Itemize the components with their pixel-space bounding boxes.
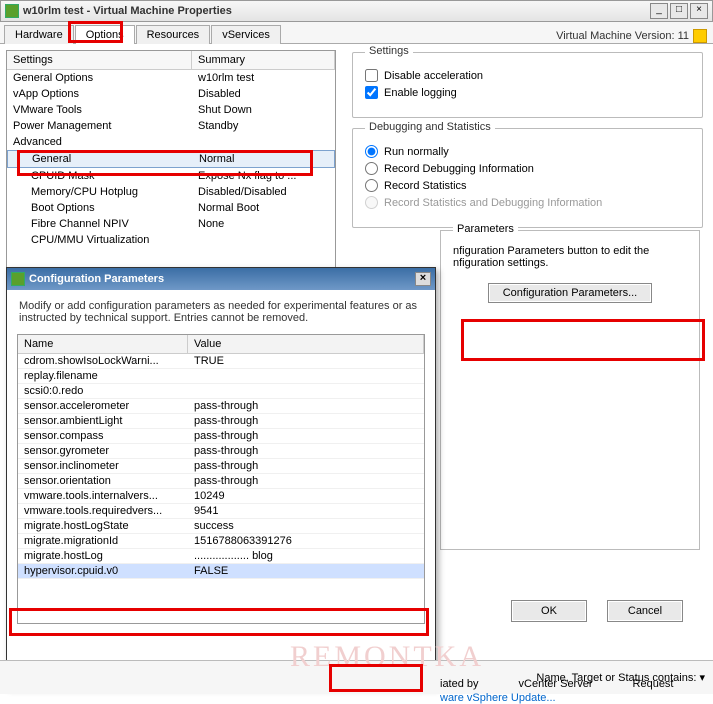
radio-record-stats[interactable]: Record Statistics — [365, 179, 690, 192]
dialog-titlebar: Configuration Parameters × — [7, 268, 435, 290]
window-maximize-button[interactable]: □ — [670, 3, 688, 19]
params-table: Name Value cdrom.showIsoLockWarni...TRUE… — [17, 334, 425, 624]
settings-fieldset: Settings Disable acceleration Enable log… — [352, 52, 703, 118]
config-params-dialog: Configuration Parameters × Modify or add… — [6, 267, 436, 687]
cancel-button[interactable]: Cancel — [607, 600, 683, 622]
table-row[interactable]: sensor.inclinometerpass-through — [18, 459, 424, 474]
table-row[interactable]: sensor.accelerometerpass-through — [18, 399, 424, 414]
tab-resources[interactable]: Resources — [136, 25, 211, 44]
list-row[interactable]: Memory/CPU HotplugDisabled/Disabled — [7, 184, 335, 200]
dialog-description: Modify or add configuration parameters a… — [7, 290, 435, 334]
table-row[interactable]: migrate.hostLog.................. blog — [18, 549, 424, 564]
status-vcenter: vCenter Server — [519, 678, 593, 690]
list-row[interactable]: Advanced — [7, 134, 335, 150]
enable-logging-label: Enable logging — [384, 87, 457, 99]
dialog-close-button[interactable]: × — [415, 272, 431, 286]
col-settings[interactable]: Settings — [7, 51, 192, 69]
disable-acceleration-checkbox[interactable]: Disable acceleration — [365, 69, 690, 82]
list-row[interactable]: Power ManagementStandby — [7, 118, 335, 134]
table-row[interactable]: migrate.migrationId1516788063391276 — [18, 534, 424, 549]
status-initiated: iated by — [440, 678, 479, 690]
configuration-parameters-button[interactable]: Configuration Parameters... — [488, 283, 653, 303]
warning-icon — [693, 29, 707, 43]
tab-vservices[interactable]: vServices — [211, 25, 281, 44]
settings-legend: Settings — [365, 45, 413, 57]
table-row[interactable]: cdrom.showIsoLockWarni...TRUE — [18, 354, 424, 369]
tab-hardware[interactable]: Hardware — [4, 25, 74, 44]
params-table-header: Name Value — [18, 335, 424, 354]
table-row[interactable]: migrate.hostLogStatesuccess — [18, 519, 424, 534]
ok-button[interactable]: OK — [511, 600, 587, 622]
col-name[interactable]: Name — [18, 335, 188, 353]
dialog-icon — [11, 272, 25, 286]
col-value[interactable]: Value — [188, 335, 424, 353]
table-row[interactable]: hypervisor.cpuid.v0FALSE — [18, 564, 424, 579]
tabs-bar: Hardware Options Resources vServices Vir… — [0, 22, 713, 44]
table-row[interactable]: sensor.gyrometerpass-through — [18, 444, 424, 459]
settings-list: Settings Summary General Optionsw10rlm t… — [6, 50, 336, 288]
radio-record-both-label: Record Statistics and Debugging Informat… — [384, 197, 602, 209]
tab-options[interactable]: Options — [75, 25, 135, 44]
enable-logging-checkbox[interactable]: Enable logging — [365, 86, 690, 99]
list-row[interactable]: vApp OptionsDisabled — [7, 86, 335, 102]
window-title: w10rlm test - Virtual Machine Properties — [23, 5, 648, 17]
debug-fieldset: Debugging and Statistics Run normally Re… — [352, 128, 703, 228]
app-icon — [5, 4, 19, 18]
disable-acceleration-label: Disable acceleration — [384, 70, 483, 82]
table-row[interactable]: replay.filename — [18, 369, 424, 384]
radio-record-stats-label: Record Statistics — [384, 180, 467, 192]
list-row[interactable]: Fibre Channel NPIVNone — [7, 216, 335, 232]
list-row[interactable]: Boot OptionsNormal Boot — [7, 200, 335, 216]
window-close-button[interactable]: × — [690, 3, 708, 19]
col-summary[interactable]: Summary — [192, 51, 335, 69]
parameters-legend: Parameters — [453, 223, 518, 235]
radio-record-debug[interactable]: Record Debugging Information — [365, 162, 690, 175]
list-row[interactable]: CPU/MMU Virtualization — [7, 232, 335, 248]
settings-list-header: Settings Summary — [7, 51, 335, 70]
list-row[interactable]: VMware ToolsShut Down — [7, 102, 335, 118]
vm-version-text: Virtual Machine Version: 11 — [556, 30, 689, 42]
table-row[interactable]: sensor.ambientLightpass-through — [18, 414, 424, 429]
parameters-text: nfiguration Parameters button to edit th… — [453, 245, 687, 269]
table-row[interactable]: scsi0:0.redo — [18, 384, 424, 399]
radio-record-both: Record Statistics and Debugging Informat… — [365, 196, 690, 209]
table-row[interactable]: sensor.compasspass-through — [18, 429, 424, 444]
table-row[interactable]: sensor.orientationpass-through — [18, 474, 424, 489]
list-row[interactable]: CPUID MaskExpose Nx flag to ... — [7, 168, 335, 184]
radio-run-normally-label: Run normally — [384, 146, 449, 158]
debug-legend: Debugging and Statistics — [365, 121, 495, 133]
table-row[interactable]: vmware.tools.internalvers...10249 — [18, 489, 424, 504]
window-titlebar: w10rlm test - Virtual Machine Properties… — [0, 0, 713, 22]
table-row[interactable]: vmware.tools.requiredvers...9541 — [18, 504, 424, 519]
list-row[interactable]: GeneralNormal — [7, 150, 335, 168]
dialog-title: Configuration Parameters — [29, 273, 164, 285]
radio-record-debug-label: Record Debugging Information — [384, 163, 534, 175]
status-request: Request — [633, 678, 674, 690]
vm-version-label: Virtual Machine Version: 11 — [556, 29, 707, 43]
list-row[interactable]: General Optionsw10rlm test — [7, 70, 335, 86]
parameters-fieldset: Parameters nfiguration Parameters button… — [440, 230, 700, 550]
radio-run-normally[interactable]: Run normally — [365, 145, 690, 158]
window-minimize-button[interactable]: _ — [650, 3, 668, 19]
